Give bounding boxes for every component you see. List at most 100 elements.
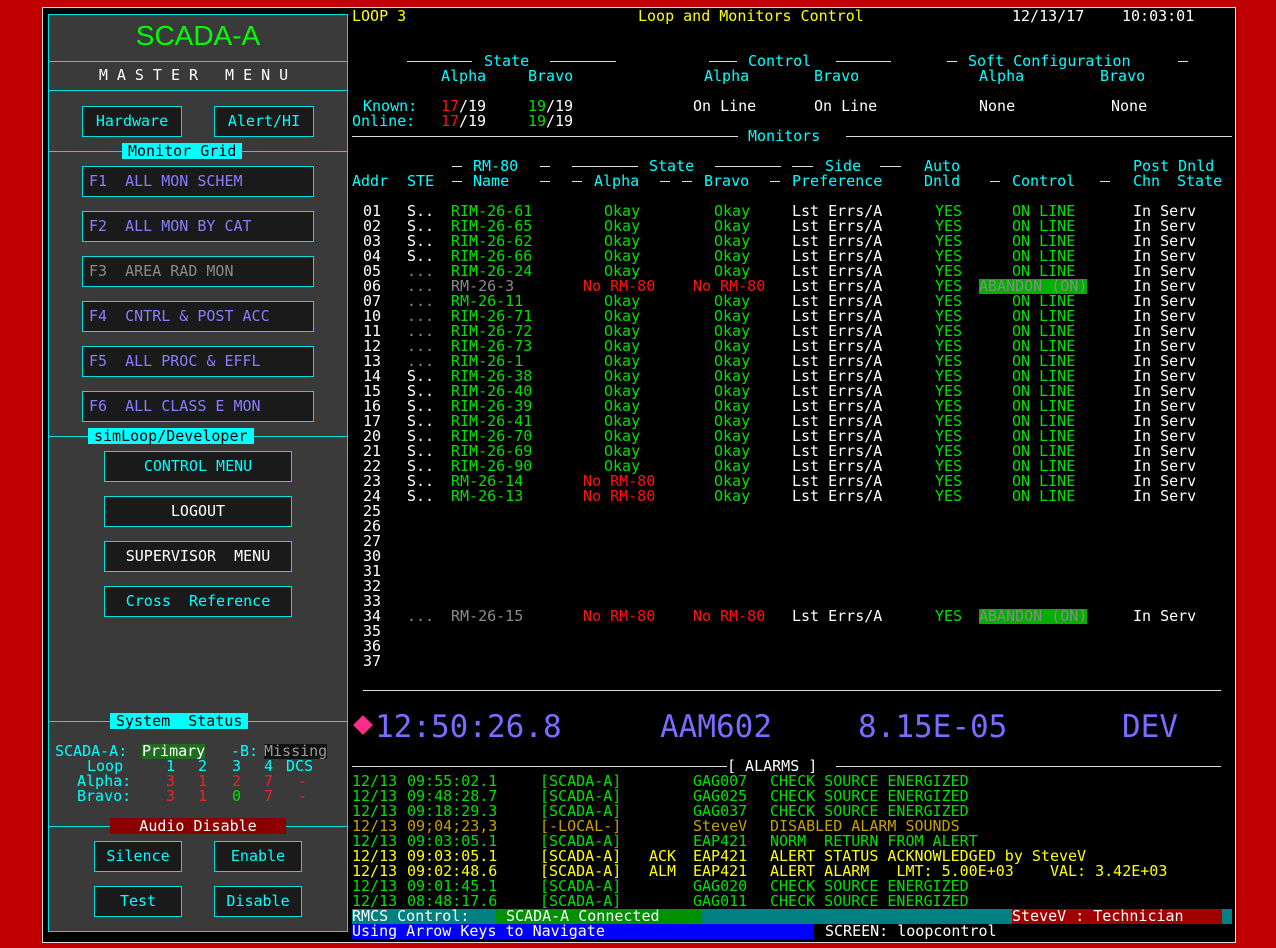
soft-bravo-value: None (1111, 97, 1148, 115)
dnld-heading: Dnld (924, 172, 961, 190)
ste-cell: S.. (407, 487, 435, 505)
control-cell: ABANDON (ON) (979, 607, 1088, 625)
rule (682, 181, 692, 182)
monitor-grid-header: Monitor Grid (122, 143, 243, 159)
simloop-header: simLoop/Developer (88, 428, 254, 444)
rule (452, 166, 462, 167)
rule (352, 766, 727, 767)
grid-f3-button[interactable]: F3 AREA RAD MON (82, 256, 314, 287)
alpha-state-cell: No RM-80 (583, 607, 656, 625)
monitors-heading: Monitors (748, 127, 821, 145)
grid-f2-button[interactable]: F2 ALL MON BY CAT (82, 211, 314, 242)
bravo-state-cell: No RM-80 (693, 607, 766, 625)
online-alpha-total: /19 (459, 112, 487, 130)
rule (452, 181, 462, 182)
bravo-count: 7 (264, 787, 274, 805)
rule (572, 181, 582, 182)
control-menu-button[interactable]: CONTROL MENU (104, 451, 292, 482)
hardware-button[interactable]: Hardware (82, 106, 182, 137)
rule (572, 166, 638, 167)
soft-alpha-value: None (979, 97, 1016, 115)
master-menu-label: MASTER MENU (98, 66, 298, 84)
side-preference-cell: Lst Errs/A (792, 607, 883, 625)
rule (540, 166, 550, 167)
control-heading: Control (748, 52, 812, 70)
cross-reference-button[interactable]: Cross Reference (104, 586, 292, 617)
navigation-hint: Using Arrow Keys to Navigate (352, 924, 814, 939)
supervisor-menu-button[interactable]: SUPERVISOR MENU (104, 541, 292, 572)
bravo-heading: Bravo (704, 172, 750, 190)
online-alpha-count: 17 (441, 112, 460, 130)
soft-bravo-col: Bravo (1100, 67, 1146, 85)
rule (709, 61, 737, 62)
rule (880, 166, 901, 167)
ste-heading: STE (407, 172, 435, 190)
system-status-header: System Status (110, 713, 249, 729)
divider (48, 90, 348, 91)
addr-heading: Addr (352, 172, 389, 190)
test-button[interactable]: Test (94, 886, 182, 917)
control-col-heading: Control (1012, 172, 1076, 190)
grid-f5-button[interactable]: F5 ALL PROC & EFFL (82, 346, 314, 377)
readout-clock: 12:50:26.8 (375, 709, 562, 745)
rule (550, 61, 616, 62)
rule (352, 136, 738, 137)
loop-number: LOOP 3 (352, 7, 407, 25)
screen-name: SCREEN: loopcontrol (825, 922, 997, 940)
rule (836, 61, 891, 62)
rule (407, 61, 472, 62)
rule (792, 166, 813, 167)
page-title: Loop and Monitors Control (638, 7, 864, 25)
header-time: 10:03:01 (1122, 7, 1195, 25)
control-alpha-value: On Line (693, 97, 757, 115)
preference-heading: Preference (792, 172, 883, 190)
bravo-state-cell: Okay (714, 487, 751, 505)
post-dnld-cell: In Serv (1133, 607, 1197, 625)
bravo-count: - (298, 787, 308, 805)
state-bravo-col: Bravo (528, 67, 574, 85)
rule (770, 181, 780, 182)
header-date: 12/13/17 (1012, 7, 1085, 25)
rule (990, 181, 1000, 182)
alert-hi-button[interactable]: Alert/HI (214, 106, 314, 137)
rule (540, 181, 550, 182)
rule (363, 690, 1221, 691)
post-dnld-cell: In Serv (1133, 487, 1197, 505)
auto-dnld-cell: YES (935, 607, 963, 625)
rule (846, 136, 1232, 137)
alarm-code: GAG011 (693, 892, 748, 910)
state-alpha-col: Alpha (441, 67, 487, 85)
state-col-heading: State (649, 157, 695, 175)
soft-alpha-col: Alpha (979, 67, 1025, 85)
alarm-ack: ALM (649, 862, 677, 880)
name-heading: Name (473, 172, 510, 190)
side-preference-cell: Lst Errs/A (792, 487, 883, 505)
grid-f6-button[interactable]: F6 ALL CLASS E MON (82, 391, 314, 422)
bravo-count: 3 (166, 787, 176, 805)
silence-button[interactable]: Silence (94, 841, 182, 872)
grid-f1-button[interactable]: F1 ALL MON SCHEM (82, 166, 314, 197)
rule (715, 166, 781, 167)
alarm-message: CHECK SOURCE ENERGIZED (770, 892, 969, 910)
rule (1100, 181, 1110, 182)
state-heading: State (484, 52, 530, 70)
rule (660, 181, 670, 182)
monitor-name-cell: RM-26-13 (451, 487, 524, 505)
disable-button[interactable]: Disable (214, 886, 302, 917)
dnld-state-heading: State (1177, 172, 1223, 190)
audio-disable-header: Audio Disable (110, 818, 286, 834)
online-bravo-count: 19 (528, 112, 547, 130)
addr-cell: 37 (363, 652, 382, 670)
logout-button[interactable]: LOGOUT (104, 496, 292, 527)
monitor-name-cell: RM-26-15 (451, 607, 524, 625)
control-alpha-col: Alpha (704, 67, 750, 85)
readout-value: 8.15E-05 (858, 709, 1008, 745)
control-bravo-col: Bravo (814, 67, 860, 85)
enable-button[interactable]: Enable (214, 841, 302, 872)
bravo-count: 1 (198, 787, 208, 805)
grid-f4-button[interactable]: F4 CNTRL & POST ACC (82, 301, 314, 332)
app-title: SCADA-A (135, 20, 261, 51)
chn-heading: Chn (1133, 172, 1161, 190)
readout-mode: DEV (1122, 709, 1178, 745)
control-cell: ON LINE (1012, 487, 1076, 505)
